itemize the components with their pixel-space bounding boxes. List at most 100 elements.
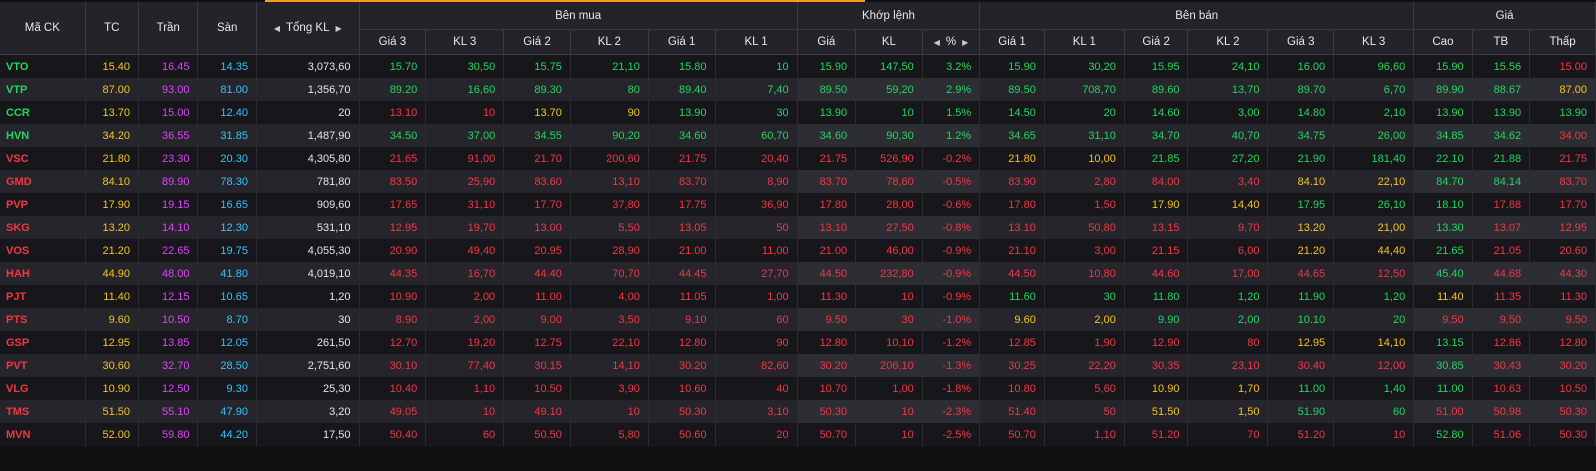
table-row[interactable]: SKG 13.20 14.10 12.30 531,10 12.95 19,70 13.00 5… [0,216,1596,239]
table-row[interactable]: GSP 12.95 13.85 12.05 261,50 12.70 19,20 12.75 2… [0,331,1596,354]
sell-price-3[interactable]: 44.65 [1267,262,1335,285]
buy-price-1[interactable]: 30.20 [648,354,716,377]
buy-price-1[interactable]: 13.05 [648,216,716,239]
buy-price-1[interactable]: 12.80 [648,331,716,354]
buy-price-3[interactable]: 12.70 [359,331,427,354]
buy-price-1[interactable]: 50.60 [648,423,716,446]
buy-price-1[interactable]: 11.05 [648,285,716,308]
sell-price-2[interactable]: 11.80 [1124,285,1189,308]
buy-price-2[interactable]: 44.40 [503,262,571,285]
buy-price-1[interactable]: 17.75 [648,193,716,216]
buy-price-1[interactable]: 21.75 [648,147,716,170]
buy-price-3[interactable]: 21.65 [359,147,427,170]
sell-price-2[interactable]: 34.70 [1124,124,1189,147]
sell-price-1[interactable]: 34.65 [979,124,1045,147]
buy-price-1[interactable]: 34.60 [648,124,716,147]
buy-price-3[interactable]: 44.35 [359,262,427,285]
table-row[interactable]: PVP 17.90 19.15 16.65 909,60 17.65 31,10 17.70 3… [0,193,1596,216]
buy-price-3[interactable]: 49.05 [359,400,427,423]
buy-price-2[interactable]: 21.70 [503,147,571,170]
table-row[interactable]: CCR 13.70 15.00 12.40 20 13.10 10 13.70 90 13.90 3… [0,101,1596,124]
buy-price-3[interactable]: 15.70 [359,54,427,78]
buy-price-2[interactable]: 49.10 [503,400,571,423]
stock-symbol[interactable]: PTS [0,308,86,331]
table-row[interactable]: VSC 21.80 23.30 20.30 4,305,80 21.65 91,00 21.7… [0,147,1596,170]
stock-symbol[interactable]: CCR [0,101,86,124]
sell-price-2[interactable]: 14.60 [1124,101,1189,124]
col-buy-gia2[interactable]: Giá 2 [503,29,571,55]
sell-price-3[interactable]: 11.00 [1267,377,1335,400]
table-row[interactable]: HAH 44.90 48.00 41.80 4,019,10 44.35 16,70 44.4… [0,262,1596,285]
sell-price-3[interactable]: 10.10 [1267,308,1335,331]
buy-price-3[interactable]: 50.40 [359,423,427,446]
buy-price-3[interactable]: 89.20 [359,78,427,101]
sell-price-1[interactable]: 15.90 [979,54,1045,78]
sell-price-1[interactable]: 10.80 [979,377,1045,400]
sell-price-2[interactable]: 21.85 [1124,147,1189,170]
table-row[interactable]: PJT 11.40 12.15 10.65 1,20 10.90 2,00 11.00 4,00… [0,285,1596,308]
stock-symbol[interactable]: VTP [0,78,86,101]
sell-price-3[interactable]: 51.90 [1267,400,1335,423]
sell-price-3[interactable]: 21.90 [1267,147,1335,170]
col-tb[interactable]: TB [1472,29,1531,55]
buy-price-1[interactable]: 44.45 [648,262,716,285]
buy-price-2[interactable]: 20.95 [503,239,571,262]
col-buy-gia1[interactable]: Giá 1 [648,29,716,55]
col-sell-kl2[interactable]: KL 2 [1187,29,1269,55]
buy-price-3[interactable]: 10.90 [359,285,427,308]
stock-symbol[interactable]: HAH [0,262,86,285]
buy-price-3[interactable]: 8.90 [359,308,427,331]
sell-price-1[interactable]: 13.10 [979,216,1045,239]
sell-price-3[interactable]: 34.75 [1267,124,1335,147]
buy-price-1[interactable]: 89.40 [648,78,716,101]
buy-price-3[interactable]: 10.40 [359,377,427,400]
buy-price-3[interactable]: 83.50 [359,170,427,193]
stock-symbol[interactable]: PVP [0,193,86,216]
sell-price-1[interactable]: 17.80 [979,193,1045,216]
table-row[interactable]: HVN 34.20 36.55 31.85 1,487,90 34.50 37,00 34.5… [0,124,1596,147]
buy-price-1[interactable]: 50.30 [648,400,716,423]
table-row[interactable]: VTO 15.40 16.45 14.35 3,073,60 15.70 30,50 15.7… [0,54,1596,78]
stock-symbol[interactable]: HVN [0,124,86,147]
sell-price-1[interactable]: 21.10 [979,239,1045,262]
col-sell-gia3[interactable]: Giá 3 [1267,29,1335,55]
sell-price-1[interactable]: 89.50 [979,78,1045,101]
buy-price-2[interactable]: 11.00 [503,285,571,308]
sell-price-2[interactable]: 51.50 [1124,400,1189,423]
stock-symbol[interactable]: SKG [0,216,86,239]
col-sell-kl1[interactable]: KL 1 [1044,29,1125,55]
buy-price-2[interactable]: 17.70 [503,193,571,216]
sell-price-2[interactable]: 10.90 [1124,377,1189,400]
col-buy-kl1[interactable]: KL 1 [715,29,798,55]
col-san[interactable]: Sàn [197,2,257,55]
stock-symbol[interactable]: GMD [0,170,86,193]
buy-price-1[interactable]: 83.70 [648,170,716,193]
sell-price-3[interactable]: 84.10 [1267,170,1335,193]
sell-price-2[interactable]: 51.20 [1124,423,1189,446]
sell-price-2[interactable]: 12.90 [1124,331,1189,354]
sell-price-3[interactable]: 30.40 [1267,354,1335,377]
sell-price-1[interactable]: 12.85 [979,331,1045,354]
buy-price-2[interactable]: 9.00 [503,308,571,331]
col-buy-kl3[interactable]: KL 3 [425,29,505,55]
buy-price-2[interactable]: 89.30 [503,78,571,101]
sell-price-2[interactable]: 21.15 [1124,239,1189,262]
sell-price-3[interactable]: 16.00 [1267,54,1335,78]
stock-symbol[interactable]: MVN [0,423,86,446]
table-row[interactable]: TMS 51.50 55.10 47.90 3,20 49.05 10 49.10 10 50.3… [0,400,1596,423]
buy-price-2[interactable]: 30.15 [503,354,571,377]
col-tc[interactable]: TC [85,2,139,55]
sell-price-1[interactable]: 51.40 [979,400,1045,423]
sell-price-1[interactable]: 11.60 [979,285,1045,308]
stock-symbol[interactable]: VLG [0,377,86,400]
sell-price-2[interactable]: 15.95 [1124,54,1189,78]
col-buy-gia3[interactable]: Giá 3 [359,29,427,55]
sell-price-3[interactable]: 12.95 [1267,331,1335,354]
stock-symbol[interactable]: VTO [0,54,86,78]
col-ma-ck[interactable]: Mã CK [0,2,86,55]
stock-symbol[interactable]: GSP [0,331,86,354]
col-tran[interactable]: Trần [138,2,199,55]
table-row[interactable]: VOS 21.20 22.65 19.75 4,055,30 20.90 49,40 20.9… [0,239,1596,262]
buy-price-3[interactable]: 30.10 [359,354,427,377]
buy-price-2[interactable]: 50.50 [503,423,571,446]
